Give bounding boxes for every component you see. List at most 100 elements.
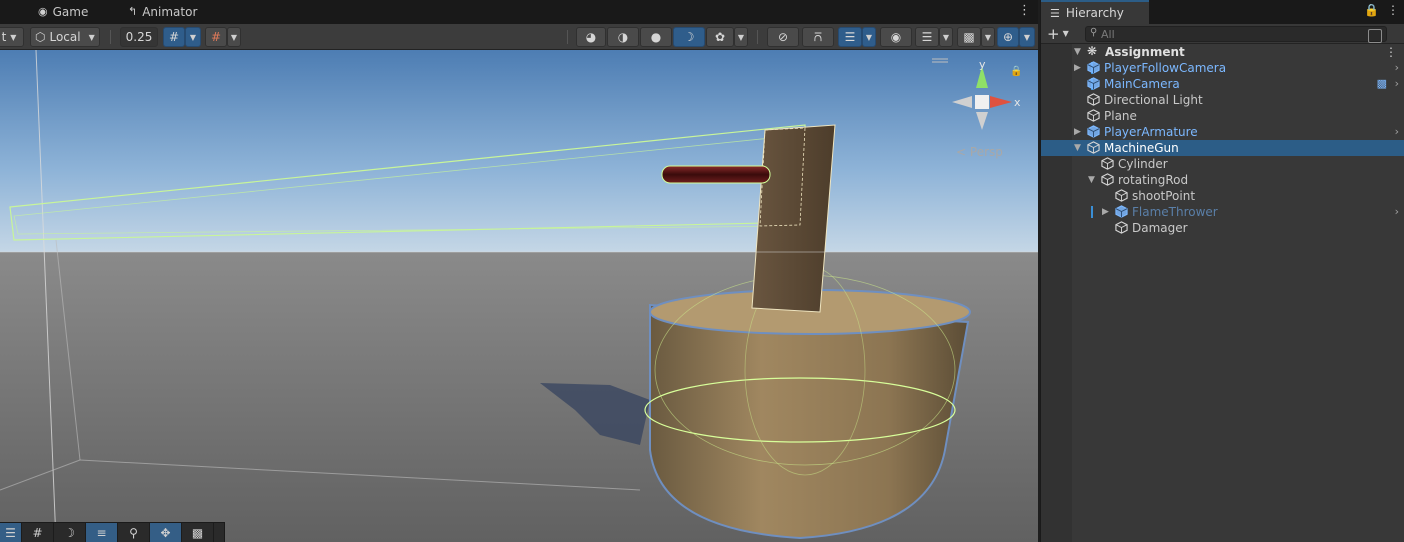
camera-icon: ▩ — [963, 30, 975, 44]
shading-shaded-button[interactable]: ● — [640, 27, 672, 47]
hierarchy-item-label: rotatingRod — [1118, 173, 1189, 187]
pivot-rotation-dropdown[interactable]: ⬡ Local ▼ — [30, 27, 100, 47]
hierarchy-item[interactable]: Cylinder — [1041, 156, 1404, 172]
scene-row[interactable]: ▼ ❋ Assignment ⋮ — [1041, 44, 1404, 60]
more-menu-icon[interactable]: ⋮ — [1387, 3, 1399, 17]
moon-sphere-icon: ☽ — [64, 526, 75, 540]
wireframe-sphere-icon: ◕ — [585, 30, 597, 44]
scene-visibility-button[interactable]: ◉ — [880, 27, 912, 47]
search-input[interactable] — [1101, 27, 1371, 41]
magnifier-icon: ⚲ — [129, 526, 138, 540]
cube-outline-icon: ⬡ — [35, 30, 46, 44]
hierarchy-search: ⚲ — [1085, 26, 1387, 43]
expand-arrow-icon[interactable]: ▼ — [1074, 140, 1081, 156]
chevron-right-icon[interactable]: › — [1395, 124, 1399, 140]
gizmos-button[interactable]: ⊕ — [997, 27, 1019, 47]
hierarchy-item[interactable]: ▼ rotatingRod — [1041, 172, 1404, 188]
shading-wireframe-button[interactable]: ◕ — [576, 27, 606, 47]
chevron-right-icon[interactable]: › — [1395, 76, 1399, 92]
tool-handle-dropdown[interactable]: t ▼ — [0, 27, 24, 47]
toolbar-separator — [110, 30, 111, 44]
scene-camera-dropdown[interactable]: ▼ — [981, 27, 995, 47]
increment-snap-dropdown[interactable]: ▼ — [227, 27, 241, 47]
overlay-grid-button[interactable]: # — [22, 523, 54, 542]
scene-camera-button[interactable]: ▩ — [957, 27, 981, 47]
tab-hierarchy[interactable]: ☰ Hierarchy — [1041, 0, 1149, 24]
gamepad-icon: ◉ — [38, 5, 48, 18]
chevron-down-icon: ▼ — [1023, 32, 1031, 42]
lock-icon[interactable]: 🔒 — [1364, 3, 1379, 17]
expand-arrow-icon[interactable]: ▼ — [1088, 172, 1095, 188]
expand-arrow-icon[interactable]: ▼ — [1074, 44, 1081, 60]
collapse-arrow-icon[interactable]: ▶ — [1074, 124, 1081, 140]
pivot-rotation-label: Local — [49, 30, 81, 44]
collapse-arrow-icon[interactable]: ▶ — [1102, 204, 1109, 220]
grid-snap-toggle[interactable]: # — [163, 27, 185, 47]
search-filter-icon[interactable] — [1368, 29, 1382, 43]
create-button[interactable]: + ▼ — [1047, 25, 1075, 43]
toggle-2d-button[interactable]: ⊘ — [767, 27, 799, 47]
overlay-layers-button[interactable]: ≡ — [86, 523, 118, 542]
collapse-arrow-icon[interactable]: ▶ — [1074, 60, 1081, 76]
layers-dropdown[interactable]: ▼ — [939, 27, 953, 47]
lock-icon[interactable]: 🔒 — [1010, 65, 1022, 77]
debug-draw-mode-button[interactable]: ✿ — [706, 27, 734, 47]
increment-snap-icon: # — [210, 30, 222, 44]
shading-unlit-button[interactable]: ☽ — [673, 27, 705, 47]
hierarchy-tab-controls: 🔒 ⋮ — [1364, 3, 1399, 17]
tab-animator-label: Animator — [142, 5, 198, 19]
chevron-down-icon: ▼ — [10, 32, 17, 42]
increment-snap-toggle[interactable]: # — [205, 27, 227, 47]
projection-toggle[interactable]: < Persp — [956, 145, 1003, 159]
snap-increment-value: 0.25 — [125, 30, 153, 44]
shaded-wireframe-sphere-icon: ◑ — [617, 30, 629, 44]
chevron-down-icon: ▼ — [230, 32, 238, 42]
overlay-shading-button[interactable]: ☽ — [54, 523, 86, 542]
chevron-down-icon: ▼ — [942, 32, 950, 42]
toolbar-separator — [567, 30, 568, 44]
overlay-search-button[interactable]: ⚲ — [118, 523, 150, 542]
unlit-sphere-icon: ☽ — [683, 30, 695, 44]
shading-shaded-wireframe-button[interactable]: ◑ — [607, 27, 639, 47]
hierarchy-item[interactable]: ▶ PlayerArmature › — [1041, 124, 1404, 140]
layers-icon: ☰ — [921, 30, 933, 44]
tab-animator[interactable]: ↰ Animator — [128, 0, 197, 24]
hierarchy-item[interactable]: ▼ MachineGun — [1041, 140, 1404, 156]
overlay-move-button[interactable]: ✥ — [150, 523, 182, 542]
overlay-tools-button[interactable]: ☰ — [0, 523, 22, 542]
hierarchy-item[interactable]: ▶ PlayerFollowCamera › — [1041, 60, 1404, 76]
bug-icon: ✿ — [714, 30, 726, 44]
2d-off-icon: ⊘ — [777, 30, 789, 44]
gizmos-dropdown[interactable]: ▼ — [1019, 27, 1035, 47]
chevron-down-icon: ▼ — [88, 32, 95, 42]
effects-dropdown[interactable]: ▼ — [862, 27, 876, 47]
hierarchy-item[interactable]: Directional Light — [1041, 92, 1404, 108]
overlay-camera-button[interactable]: ▩ — [182, 523, 214, 542]
hierarchy-item[interactable]: MainCamera ▩ › — [1041, 76, 1404, 92]
chevron-right-icon[interactable]: › — [1395, 60, 1399, 76]
tools-panel-icon: ☰ — [5, 526, 16, 540]
tab-game[interactable]: ◉ Game — [38, 0, 88, 24]
grid-icon: # — [32, 526, 43, 540]
scene-render: y x 🔒 — [0, 50, 1038, 542]
hierarchy-item-label: Cylinder — [1118, 157, 1168, 171]
toggle-effects-button[interactable]: ☰ — [838, 27, 862, 47]
sky — [0, 50, 1038, 253]
hierarchy-toolbar: + ▼ ⚲ — [1041, 24, 1404, 44]
hierarchy-item[interactable]: shootPoint — [1041, 188, 1404, 204]
scene-more-menu-icon[interactable]: ⋮ — [1018, 4, 1031, 18]
grid-snap-dropdown[interactable]: ▼ — [185, 27, 201, 47]
hierarchy-item[interactable]: ▶ FlameThrower › — [1041, 204, 1404, 220]
layers-button[interactable]: ☰ — [915, 27, 939, 47]
toggle-lighting-button[interactable]: ⩃ — [802, 27, 834, 47]
scene-name: Assignment — [1105, 45, 1185, 59]
debug-draw-mode-dropdown[interactable]: ▼ — [734, 27, 748, 47]
hierarchy-item[interactable]: Plane — [1041, 108, 1404, 124]
shaded-sphere-icon: ● — [650, 30, 662, 44]
scene-more-menu-icon[interactable]: ⋮ — [1385, 44, 1397, 60]
chevron-down-icon: ▼ — [865, 32, 873, 42]
snap-increment-field[interactable]: 0.25 — [120, 27, 158, 47]
chevron-right-icon[interactable]: › — [1395, 204, 1399, 220]
scene-viewport[interactable]: y x 🔒 — [0, 50, 1038, 542]
hierarchy-item[interactable]: Damager — [1041, 220, 1404, 236]
